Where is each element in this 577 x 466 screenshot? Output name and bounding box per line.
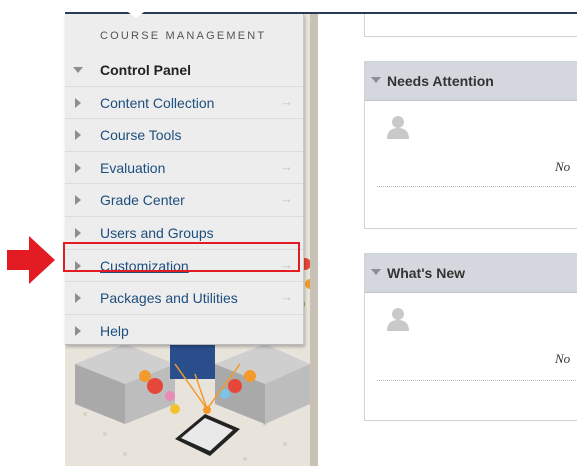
- triangle-right-icon: [75, 293, 81, 304]
- customization-highlight-box: [63, 242, 300, 272]
- menu-item-label: Help: [100, 322, 129, 339]
- user-avatar-icon: [387, 308, 409, 331]
- top-module-card: [364, 14, 577, 37]
- whats-new-title: What's New: [387, 265, 466, 281]
- menu-item-label: Users and Groups: [100, 224, 214, 241]
- course-management-heading: COURSE MANAGEMENT: [100, 30, 267, 42]
- triangle-down-icon: [73, 67, 83, 73]
- arrow-right-icon[interactable]: →: [280, 289, 293, 304]
- triangle-down-icon[interactable]: [371, 77, 381, 83]
- user-avatar-icon: [387, 116, 409, 139]
- menu-item-grade-center[interactable]: Grade Center →: [65, 183, 303, 216]
- needs-attention-module: Needs Attention No: [364, 61, 577, 229]
- triangle-right-icon: [75, 325, 81, 336]
- divider: [377, 186, 577, 187]
- triangle-right-icon: [75, 162, 81, 173]
- whats-new-message: No: [555, 351, 571, 366]
- menu-item-help[interactable]: Help: [65, 313, 303, 347]
- menu-notch: [128, 12, 144, 18]
- sidebar-right-border: [310, 14, 318, 466]
- control-panel-label: Control Panel: [100, 62, 192, 78]
- needs-attention-title: Needs Attention: [387, 73, 494, 89]
- triangle-right-icon: [75, 227, 81, 238]
- course-management-menu: Control Panel Content Collection → Cours…: [65, 54, 303, 346]
- arrow-right-icon[interactable]: →: [280, 159, 293, 174]
- menu-item-course-tools[interactable]: Course Tools: [65, 118, 303, 151]
- menu-item-label: Evaluation: [100, 159, 166, 176]
- needs-attention-header[interactable]: Needs Attention: [365, 62, 577, 101]
- menu-item-label: Content Collection: [100, 94, 215, 111]
- triangle-down-icon[interactable]: [371, 269, 381, 275]
- triangle-right-icon: [75, 195, 81, 206]
- menu-item-packages-and-utilities[interactable]: Packages and Utilities →: [65, 281, 303, 314]
- needs-attention-message: No: [555, 159, 571, 174]
- whats-new-header[interactable]: What's New: [365, 254, 577, 293]
- divider: [377, 380, 577, 381]
- triangle-right-icon: [75, 97, 81, 108]
- menu-item-label: Course Tools: [100, 127, 182, 144]
- arrow-right-icon[interactable]: →: [280, 191, 293, 206]
- arrow-right-icon[interactable]: →: [280, 94, 293, 109]
- menu-item-label: Grade Center: [100, 192, 185, 209]
- menu-item-evaluation[interactable]: Evaluation →: [65, 150, 303, 184]
- red-pointer-arrow-icon: [7, 236, 55, 284]
- menu-item-label: Packages and Utilities: [100, 290, 238, 307]
- menu-item-control-panel[interactable]: Control Panel: [65, 54, 303, 86]
- course-management-panel: COURSE MANAGEMENT Control Panel Content …: [65, 14, 304, 345]
- triangle-right-icon: [75, 130, 81, 141]
- menu-item-content-collection[interactable]: Content Collection →: [65, 85, 303, 119]
- whats-new-module: What's New No: [364, 253, 577, 421]
